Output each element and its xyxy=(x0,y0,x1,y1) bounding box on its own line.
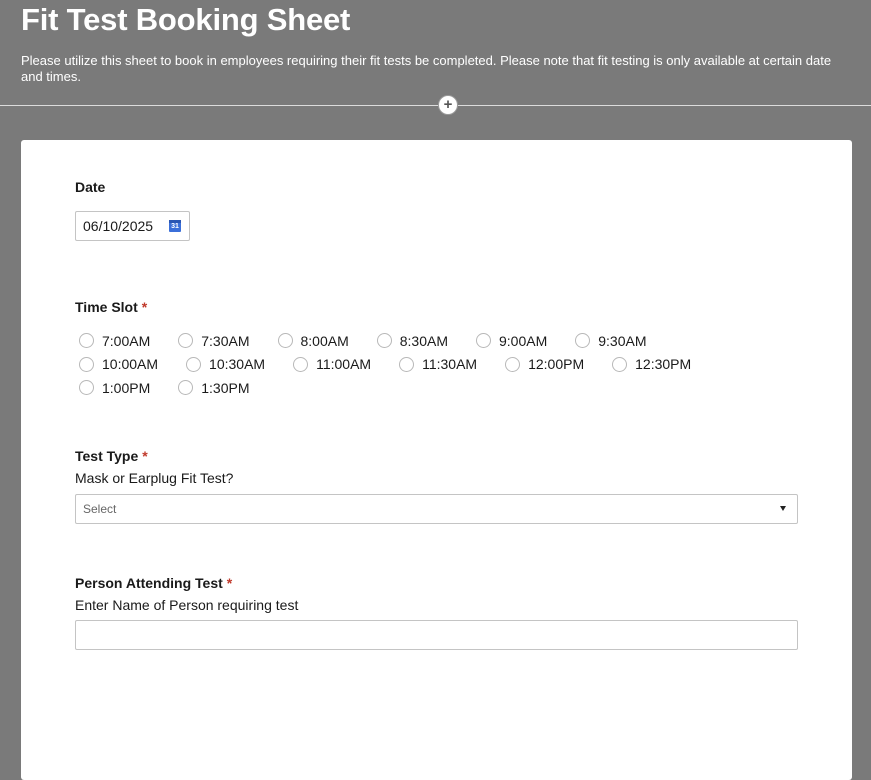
test-type-label: Test Type * xyxy=(75,448,148,464)
radio-button[interactable] xyxy=(79,356,94,372)
select-placeholder: Select xyxy=(83,502,117,516)
time-slot-option[interactable]: 12:30PM xyxy=(612,356,691,372)
time-slot-option[interactable]: 11:00AM xyxy=(293,356,371,372)
radio-button[interactable] xyxy=(399,356,415,372)
date-label-text: Date xyxy=(75,179,106,195)
person-name-input[interactable] xyxy=(75,620,798,650)
date-label: Date xyxy=(75,179,105,195)
slot-row: 10:00AM 10:30AM 11:00AM 11:30AM 12:00PM … xyxy=(79,353,779,377)
person-label: Person Attending Test * xyxy=(75,575,232,591)
time-slot-option[interactable]: 9:00AM xyxy=(476,333,547,349)
test-type-label-text: Test Type xyxy=(75,448,139,464)
radio-button[interactable] xyxy=(476,333,491,349)
date-value: 06/10/2025 xyxy=(83,218,154,234)
time-slot-option[interactable]: 10:30AM xyxy=(186,356,265,372)
slot-label: 7:30AM xyxy=(201,332,250,349)
time-slot-label: Time Slot * xyxy=(75,299,147,315)
slot-label: 12:00PM xyxy=(528,356,585,373)
time-slot-group: 7:00AM 7:30AM 8:00AM 8:30AM 9:00AM 9:30A… xyxy=(79,329,779,400)
time-slot-option[interactable]: 12:00PM xyxy=(505,356,584,372)
radio-button[interactable] xyxy=(178,380,194,396)
radio-button[interactable] xyxy=(277,333,293,349)
page-description: Please utilize this sheet to book in emp… xyxy=(21,53,832,84)
time-slot-option[interactable]: 1:00PM xyxy=(79,380,150,396)
person-hint: Enter Name of Person requiring test xyxy=(75,597,299,613)
slot-label: 1:00PM xyxy=(102,379,151,396)
radio-button[interactable] xyxy=(79,380,94,396)
slot-label: 10:00AM xyxy=(102,356,159,373)
time-slot-option[interactable]: 11:30AM xyxy=(399,356,477,372)
chevron-down-icon xyxy=(780,506,786,511)
slot-label: 7:00AM xyxy=(102,332,151,349)
time-slot-option[interactable]: 7:30AM xyxy=(178,332,250,349)
slot-label: 8:30AM xyxy=(399,332,448,349)
date-input[interactable]: 06/10/2025 31 xyxy=(75,211,190,241)
test-type-hint: Mask or Earplug Fit Test? xyxy=(75,470,234,486)
time-slot-option[interactable]: 1:30PM xyxy=(178,379,250,396)
person-label-text: Person Attending Test xyxy=(75,575,223,591)
slot-label: 11:30AM xyxy=(422,356,478,373)
time-slot-option[interactable]: 7:00AM xyxy=(79,333,150,349)
required-mark: * xyxy=(141,299,148,315)
radio-button[interactable] xyxy=(376,333,392,349)
radio-button[interactable] xyxy=(612,356,628,372)
time-slot-option[interactable]: 8:00AM xyxy=(277,332,349,349)
add-section-button[interactable]: + xyxy=(438,95,458,115)
page-header: Fit Test Booking Sheet Please utilize th… xyxy=(0,0,871,106)
slot-row: 7:00AM 7:30AM 8:00AM 8:30AM 9:00AM 9:30A… xyxy=(79,329,779,353)
time-slot-option[interactable]: 8:30AM xyxy=(376,332,448,349)
time-slot-option[interactable]: 9:30AM xyxy=(575,332,647,349)
radio-button[interactable] xyxy=(293,356,309,372)
slot-row: 1:00PM 1:30PM xyxy=(79,376,779,400)
slot-label: 10:30AM xyxy=(209,356,266,373)
time-slot-option[interactable]: 10:00AM xyxy=(79,356,158,372)
plus-icon: + xyxy=(443,96,453,113)
radio-button[interactable] xyxy=(79,333,94,349)
time-slot-label-text: Time Slot xyxy=(75,299,138,315)
slot-label: 1:30PM xyxy=(201,379,250,396)
test-type-select[interactable]: Select xyxy=(75,494,798,524)
radio-button[interactable] xyxy=(505,356,521,372)
form-card: Date 06/10/2025 31 Time Slot * 7:00AM 7:3… xyxy=(21,140,852,780)
slot-label: 11:00AM xyxy=(316,356,372,373)
required-mark: * xyxy=(226,575,233,591)
radio-button[interactable] xyxy=(575,333,591,349)
radio-button[interactable] xyxy=(186,356,202,372)
calendar-icon[interactable]: 31 xyxy=(169,220,181,232)
page-title: Fit Test Booking Sheet xyxy=(21,2,351,37)
radio-button[interactable] xyxy=(178,333,194,349)
slot-label: 9:30AM xyxy=(598,332,647,349)
slot-label: 9:00AM xyxy=(499,332,548,349)
slot-label: 12:30PM xyxy=(635,356,692,373)
slot-label: 8:00AM xyxy=(300,332,349,349)
required-mark: * xyxy=(142,448,148,464)
